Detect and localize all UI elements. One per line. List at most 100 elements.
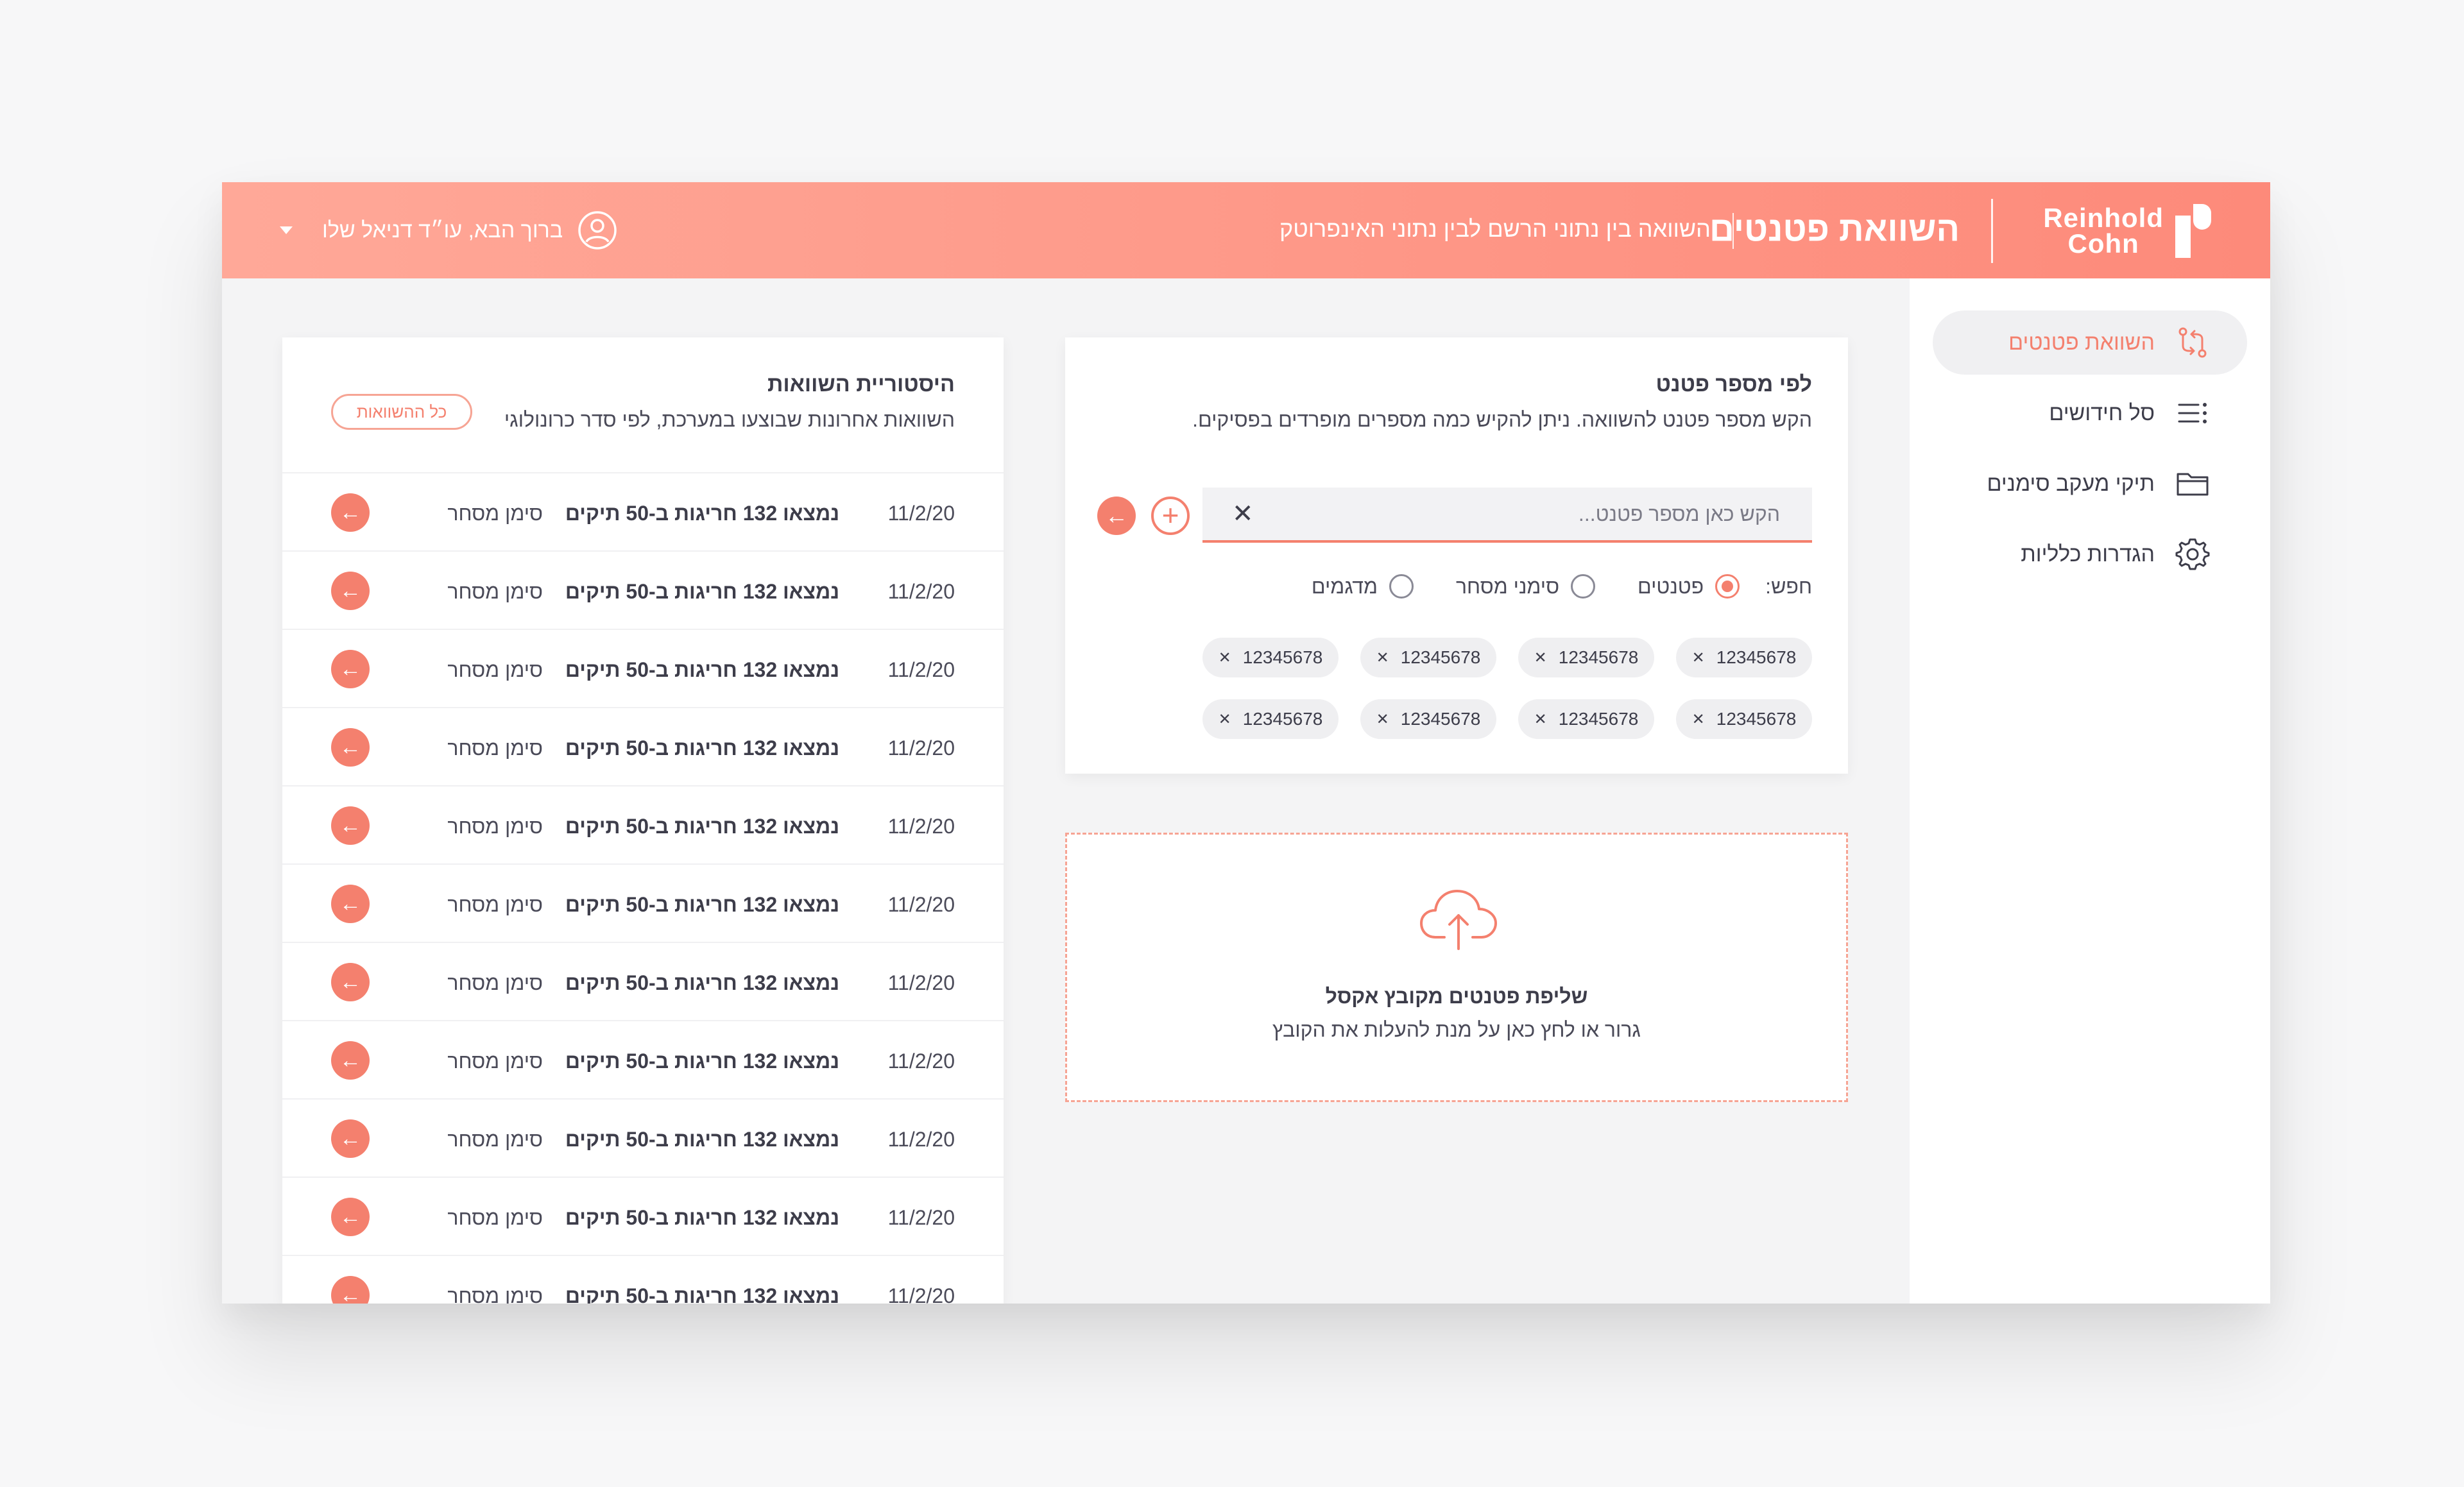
history-row[interactable]: 11/2/20 נמצאו 132 חריגות ב-50 תיקים סימן… <box>282 1255 1004 1304</box>
search-type-label: חפש: <box>1765 574 1812 598</box>
history-type: סימן מסחר <box>447 1206 543 1229</box>
patent-chip: ✕ 12345678 <box>1518 699 1654 739</box>
logo-divider <box>1991 199 1993 263</box>
history-row[interactable]: 11/2/20 נמצאו 132 חריגות ב-50 תיקים סימן… <box>282 629 1004 707</box>
patent-chip: ✕ 12345678 <box>1518 638 1654 677</box>
sidebar-item-trademark-files[interactable]: תיקי מעקב סימנים <box>1933 452 2247 516</box>
all-comparisons-button[interactable]: כל ההשוואות <box>331 394 472 430</box>
upload-subtitle: גרור או לחץ כאן על מנת להעלות את הקובץ <box>1272 1018 1641 1041</box>
reinhold-cohn-logo[interactable]: Reinhold Cohn <box>2020 200 2212 262</box>
patent-chip: ✕ 12345678 <box>1360 638 1496 677</box>
clear-input-icon[interactable]: ✕ <box>1232 499 1254 529</box>
history-date: 11/2/20 <box>887 502 955 525</box>
history-row[interactable]: 11/2/20 נמצאו 132 חריגות ב-50 תיקים סימן… <box>282 550 1004 629</box>
sidebar-item-general-settings[interactable]: הגדרות כלליות <box>1933 522 2247 586</box>
add-patent-button[interactable]: + <box>1151 497 1190 535</box>
history-description: נמצאו 132 חריגות ב-50 תיקים <box>565 815 839 838</box>
radio-trademarks[interactable]: סימני מסחר <box>1455 574 1596 599</box>
search-panel-title: לפי מספר פטנט <box>1656 372 1812 396</box>
radio-patents[interactable]: פטנטים <box>1638 574 1740 599</box>
history-description: נמצאו 132 חריגות ב-50 תיקים <box>565 1206 839 1229</box>
history-row[interactable]: 11/2/20 נמצאו 132 חריגות ב-50 תיקים סימן… <box>282 707 1004 785</box>
radio-label: סימני מסחר <box>1455 574 1560 598</box>
history-type: סימן מסחר <box>447 1284 543 1304</box>
submit-search-button[interactable]: ← <box>1097 497 1136 535</box>
open-comparison-button[interactable]: ← <box>331 728 370 767</box>
history-row[interactable]: 11/2/20 נמצאו 132 חריגות ב-50 תיקים סימן… <box>282 785 1004 863</box>
history-type: סימן מסחר <box>447 1128 543 1151</box>
sidebar-item-label: הגדרות כלליות <box>2021 541 2155 566</box>
patent-chip: ✕ 12345678 <box>1676 699 1812 739</box>
gear-icon <box>2175 538 2210 570</box>
sidebar: השוואת פטנטים סל חידושים תיקי מעקב סימני… <box>1910 278 2270 1304</box>
open-comparison-button[interactable]: ← <box>331 1119 370 1158</box>
chip-remove-icon[interactable]: ✕ <box>1692 710 1705 729</box>
open-comparison-button[interactable]: ← <box>331 650 370 688</box>
chip-remove-icon[interactable]: ✕ <box>1692 649 1705 667</box>
user-avatar-icon[interactable] <box>577 210 618 251</box>
open-comparison-button[interactable]: ← <box>331 1276 370 1304</box>
radio-designs[interactable]: מדגמים <box>1312 574 1414 599</box>
history-description: נמצאו 132 חריגות ב-50 תיקים <box>565 736 839 760</box>
history-description: נמצאו 132 חריגות ב-50 תיקים <box>565 658 839 681</box>
radio-label: פטנטים <box>1638 574 1704 598</box>
history-row[interactable]: 11/2/20 נמצאו 132 חריגות ב-50 תיקים סימן… <box>282 472 1004 550</box>
chip-remove-icon[interactable]: ✕ <box>1534 649 1547 667</box>
history-row[interactable]: 11/2/20 נמצאו 132 חריגות ב-50 תיקים סימן… <box>282 1098 1004 1177</box>
patent-chip: ✕ 12345678 <box>1360 699 1496 739</box>
history-date: 11/2/20 <box>887 1206 955 1229</box>
open-comparison-button[interactable]: ← <box>331 806 370 845</box>
patent-number-input[interactable] <box>1260 488 1812 540</box>
sidebar-item-patent-comparison[interactable]: השוואת פטנטים <box>1933 310 2247 375</box>
history-date: 11/2/20 <box>887 580 955 603</box>
history-panel-title: היסטוריית השוואות <box>767 372 955 396</box>
history-row[interactable]: 11/2/20 נמצאו 132 חריגות ב-50 תיקים סימן… <box>282 863 1004 942</box>
history-description: נמצאו 132 חריגות ב-50 תיקים <box>565 1049 839 1073</box>
history-date: 11/2/20 <box>887 736 955 760</box>
open-comparison-button[interactable]: ← <box>331 1198 370 1236</box>
open-comparison-button[interactable]: ← <box>331 963 370 1001</box>
history-date: 11/2/20 <box>887 815 955 838</box>
history-type: סימן מסחר <box>447 815 543 838</box>
page-subtitle: השוואה בין נתוני הרשם לבין נתוני האינפרו… <box>1279 216 1711 242</box>
history-date: 11/2/20 <box>887 971 955 994</box>
patent-chip-list: ✕ 12345678 ✕ 12345678 ✕ 12345678 ✕ 12345678 … <box>1196 638 1812 739</box>
compare-arrows-icon <box>2178 327 2207 358</box>
sidebar-item-label: סל חידושים <box>2049 400 2155 425</box>
history-type: סימן מסחר <box>447 580 543 603</box>
chip-remove-icon[interactable]: ✕ <box>1376 649 1389 667</box>
radio-circle[interactable] <box>1715 574 1740 599</box>
open-comparison-button[interactable]: ← <box>331 1041 370 1080</box>
history-date: 11/2/20 <box>887 658 955 681</box>
sidebar-item-innovations[interactable]: סל חידושים <box>1933 381 2247 445</box>
chevron-down-icon[interactable] <box>280 226 293 234</box>
radio-circle[interactable] <box>1571 574 1596 599</box>
history-date: 11/2/20 <box>887 1049 955 1073</box>
history-type: סימן מסחר <box>447 502 543 525</box>
history-row[interactable]: 11/2/20 נמצאו 132 חריגות ב-50 תיקים סימן… <box>282 942 1004 1020</box>
history-row[interactable]: 11/2/20 נמצאו 132 חריגות ב-50 תיקים סימן… <box>282 1020 1004 1098</box>
folder-icon <box>2177 473 2209 496</box>
page-title: השוואת פטנטים <box>1709 210 1960 248</box>
open-comparison-button[interactable]: ← <box>331 493 370 532</box>
history-description: נמצאו 132 חריגות ב-50 תיקים <box>565 502 839 525</box>
open-comparison-button[interactable]: ← <box>331 572 370 610</box>
chip-remove-icon[interactable]: ✕ <box>1376 710 1389 729</box>
history-type: סימן מסחר <box>447 971 543 994</box>
excel-upload-dropzone[interactable]: שליפת פטנטים מקובץ אקסל גרור או לחץ כאן … <box>1065 833 1848 1102</box>
user-menu[interactable]: ברוך הבא, עו״ד דניאל שלו <box>280 208 618 253</box>
chip-remove-icon[interactable]: ✕ <box>1534 710 1547 729</box>
sidebar-item-label: השוואת פטנטים <box>2008 330 2155 355</box>
history-date: 11/2/20 <box>887 893 955 916</box>
user-greeting[interactable]: ברוך הבא, עו״ד דניאל שלו <box>322 218 563 243</box>
radio-circle[interactable] <box>1389 574 1414 599</box>
comparison-history-panel: היסטוריית השוואות השוואות אחרונות שבוצעו… <box>282 337 1004 1304</box>
chip-remove-icon[interactable]: ✕ <box>1219 710 1231 729</box>
open-comparison-button[interactable]: ← <box>331 885 370 923</box>
logo-mark <box>2175 204 2212 258</box>
history-type: סימן מסחר <box>447 1049 543 1073</box>
history-row[interactable]: 11/2/20 נמצאו 132 חריגות ב-50 תיקים סימן… <box>282 1177 1004 1255</box>
history-panel-description: השוואות אחרונות שבוצעו במערכת, לפי סדר כ… <box>504 408 955 431</box>
chip-remove-icon[interactable]: ✕ <box>1219 649 1231 667</box>
sidebar-item-label: תיקי מעקב סימנים <box>1987 471 2155 496</box>
